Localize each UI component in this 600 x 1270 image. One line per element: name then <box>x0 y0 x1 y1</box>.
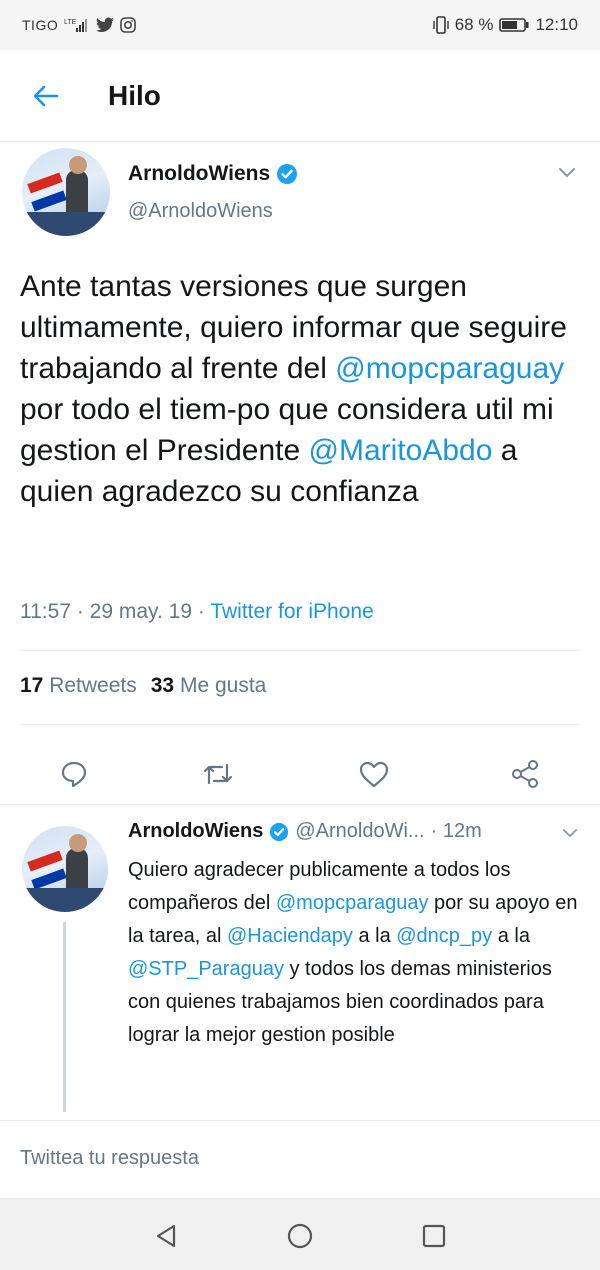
tweet-actions <box>0 742 600 802</box>
vibrate-icon <box>433 16 449 34</box>
reply-text: Quiero agradecer publicamente a todos lo… <box>128 854 578 1052</box>
tweet-meta: 11:57 · 29 may. 19 · Twitter for iPhone <box>20 600 374 624</box>
avatar-head <box>69 834 87 852</box>
divider <box>20 724 580 725</box>
avatar-flag-blue <box>31 190 67 212</box>
svg-text:LTE: LTE <box>64 19 77 26</box>
status-bar: TIGO LTE 68 % 12:10 <box>0 0 600 50</box>
reply-author-row: ArnoldoWiens @ArnoldoWi... · 12m <box>128 820 482 843</box>
reply-menu-button[interactable] <box>562 826 578 844</box>
likes-stat[interactable]: 33 Me gusta <box>151 674 267 698</box>
heart-icon <box>359 761 389 788</box>
mention-link[interactable]: @Haciendapy <box>227 925 353 947</box>
share-icon <box>512 760 538 788</box>
tweet-text: Ante tantas versiones que surgen ultimam… <box>20 266 585 512</box>
reply-author-name[interactable]: ArnoldoWiens <box>128 820 263 843</box>
author-name: ArnoldoWiens <box>128 162 271 185</box>
battery-icon <box>499 18 529 32</box>
divider <box>20 650 580 651</box>
back-arrow-icon <box>33 85 59 106</box>
meta-separator: · <box>76 600 90 623</box>
tweet-menu-button[interactable] <box>558 166 576 184</box>
reply-button[interactable] <box>54 754 94 794</box>
thread-connector-line <box>63 922 66 1112</box>
tweet-stats: 17 Retweets 33 Me gusta <box>20 674 266 698</box>
retweets-label: Retweets <box>49 674 137 697</box>
mention-link[interactable]: @STP_Paraguay <box>128 958 284 980</box>
mention-link[interactable]: @mopcparaguay <box>276 892 429 914</box>
mention-link[interactable]: @MaritoAbdo <box>309 434 493 467</box>
retweets-count: 17 <box>20 674 44 697</box>
reply-age: · 12m <box>430 820 482 842</box>
battery-percent: 68 % <box>454 15 494 34</box>
verified-badge-icon <box>277 164 298 184</box>
likes-label: Me gusta <box>179 674 267 697</box>
author-handle[interactable]: @ArnoldoWiens <box>128 200 298 223</box>
meta-separator: · <box>197 600 211 623</box>
nav-back-button[interactable] <box>148 1218 184 1254</box>
triangle-back-icon <box>156 1224 176 1248</box>
twitter-bird-icon <box>96 17 115 33</box>
circle-home-icon <box>287 1223 313 1249</box>
tweet-source-link[interactable]: Twitter for iPhone <box>210 600 373 623</box>
thread-reply[interactable]: ArnoldoWiens @ArnoldoWi... · 12m Quiero … <box>0 814 600 1124</box>
avatar-flag-blue <box>31 868 67 890</box>
app-header: Hilo <box>0 50 600 142</box>
reply-icon <box>61 761 87 788</box>
nav-home-button[interactable] <box>282 1218 318 1254</box>
avatar-flag-red <box>27 850 63 872</box>
retweet-button[interactable] <box>198 754 238 794</box>
divider <box>0 804 600 805</box>
retweet-icon <box>203 763 233 785</box>
avatar-crowd <box>22 888 108 912</box>
tweet-time: 11:57 <box>20 600 71 623</box>
instagram-icon <box>120 17 137 33</box>
status-right: 68 % 12:10 <box>433 15 578 35</box>
back-button[interactable] <box>26 76 66 116</box>
likes-count: 33 <box>150 674 175 697</box>
signal-icon: LTE <box>64 17 90 33</box>
nav-recents-button[interactable] <box>416 1218 452 1254</box>
reply-compose-bar[interactable]: Twittea tu respuesta <box>0 1120 600 1198</box>
avatar[interactable] <box>22 148 110 236</box>
share-button[interactable] <box>505 754 545 794</box>
mention-link[interactable]: @mopcparaguay <box>335 352 564 385</box>
avatar-head <box>69 156 87 174</box>
avatar-crowd <box>22 212 110 236</box>
tweet-author: ArnoldoWiens @ArnoldoWiens <box>128 162 298 223</box>
avatar-flag-red <box>27 172 63 194</box>
clock: 12:10 <box>535 15 578 34</box>
status-left: TIGO LTE <box>22 17 137 33</box>
square-recents-icon <box>422 1224 446 1248</box>
tweet-date: 29 may. 19 <box>89 600 193 623</box>
retweets-stat[interactable]: 17 Retweets <box>20 674 137 698</box>
reply-author-handle[interactable]: @ArnoldoWi... <box>295 820 424 843</box>
chevron-down-icon <box>562 829 578 838</box>
system-nav-bar <box>0 1198 600 1270</box>
reply-input[interactable]: Twittea tu respuesta <box>20 1147 199 1170</box>
author-name-row[interactable]: ArnoldoWiens <box>128 162 298 186</box>
verified-badge-icon <box>270 822 289 841</box>
reply-text-part: a la <box>352 925 397 947</box>
like-button[interactable] <box>354 754 394 794</box>
chevron-down-icon <box>559 168 575 178</box>
page-title: Hilo <box>108 79 161 111</box>
carrier-label: TIGO <box>22 17 59 33</box>
reply-text-part: a la <box>492 925 530 947</box>
mention-link[interactable]: @dncp_py <box>396 925 492 947</box>
avatar[interactable] <box>22 826 108 912</box>
